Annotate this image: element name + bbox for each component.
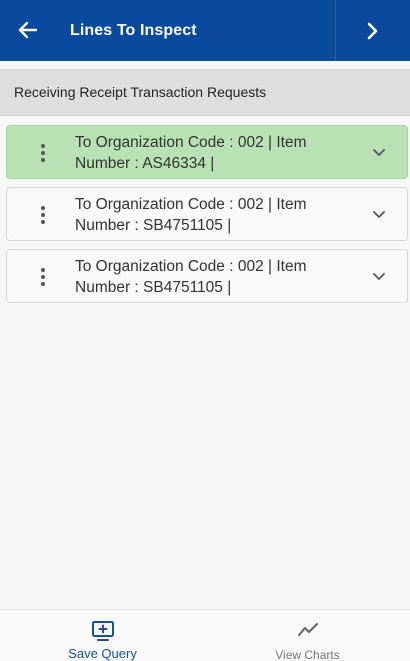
- list-item[interactable]: To Organization Code : 002 | Item Number…: [6, 125, 408, 179]
- list-item-text: To Organization Code : 002 | Item Number…: [75, 194, 355, 236]
- view-charts-button[interactable]: View Charts: [205, 610, 410, 661]
- arrow-left-icon: [18, 21, 37, 39]
- list-item-line1: To Organization Code : 002 | Item: [75, 196, 307, 213]
- more-options-icon[interactable]: [34, 202, 52, 228]
- save-query-label: Save Query: [68, 646, 137, 661]
- list-item-line1: To Organization Code : 002 | Item: [75, 258, 307, 275]
- chevron-down-icon[interactable]: [369, 142, 389, 162]
- app-header: Lines To Inspect: [0, 0, 410, 61]
- list-item-line2: Number : AS46334 |: [75, 155, 215, 172]
- save-query-button[interactable]: Save Query: [0, 610, 205, 661]
- view-charts-label: View Charts: [275, 648, 340, 661]
- list-item-line2: Number : SB4751105 |: [75, 279, 232, 296]
- more-options-icon[interactable]: [34, 264, 52, 290]
- list-item-line1: To Organization Code : 002 | Item: [75, 134, 307, 151]
- list-item-text: To Organization Code : 002 | Item Number…: [75, 256, 355, 298]
- chevron-right-icon: [367, 22, 378, 39]
- section-header-label: Receiving Receipt Transaction Requests: [14, 84, 267, 100]
- lines-list: To Organization Code : 002 | Item Number…: [6, 125, 408, 311]
- section-header: Receiving Receipt Transaction Requests: [0, 69, 410, 116]
- list-item-text: To Organization Code : 002 | Item Number…: [75, 132, 355, 174]
- list-item[interactable]: To Organization Code : 002 | Item Number…: [6, 249, 408, 303]
- monitor-plus-icon: [91, 619, 115, 643]
- next-button[interactable]: [335, 0, 410, 61]
- bottom-toolbar: Save Query View Charts: [0, 609, 410, 661]
- list-item[interactable]: To Organization Code : 002 | Item Number…: [6, 187, 408, 241]
- page-title: Lines To Inspect: [70, 22, 197, 39]
- more-options-icon[interactable]: [34, 140, 52, 166]
- line-chart-icon: [297, 619, 319, 641]
- chevron-down-icon[interactable]: [369, 204, 389, 224]
- chevron-down-icon[interactable]: [369, 266, 389, 286]
- back-button[interactable]: [8, 10, 46, 50]
- list-item-line2: Number : SB4751105 |: [75, 217, 232, 234]
